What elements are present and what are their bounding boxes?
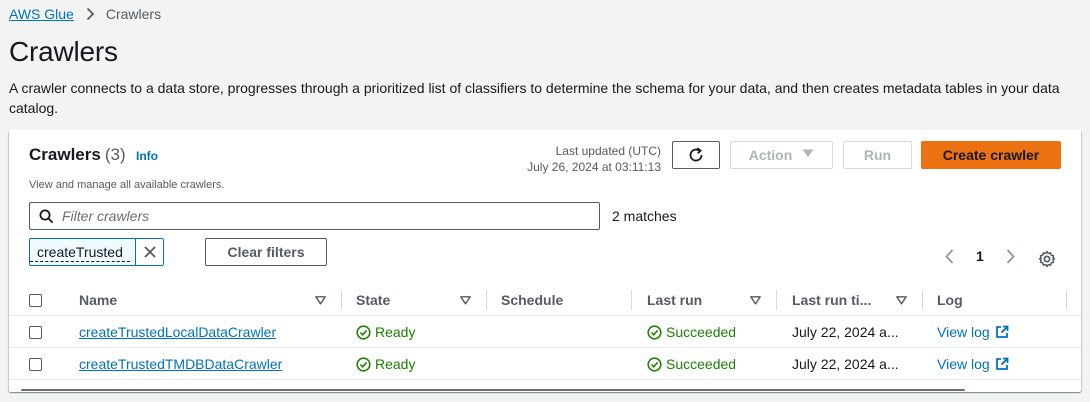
gear-icon[interactable] [1038, 250, 1056, 268]
chevron-right-icon[interactable] [1006, 248, 1015, 264]
column-header-last-run-time[interactable]: Last run ti... [792, 284, 871, 316]
check-circle-icon [356, 324, 371, 340]
caret-down-icon[interactable] [750, 284, 761, 316]
chevron-left-icon[interactable] [945, 248, 954, 264]
column-header-state[interactable]: State [356, 284, 390, 316]
clear-filters-button[interactable]: Clear filters [205, 238, 327, 266]
state-status: Ready [356, 324, 415, 340]
create-crawler-button[interactable]: Create crawler [921, 141, 1061, 169]
filter-token: createTrusted [29, 238, 164, 266]
select-all-checkbox[interactable] [29, 293, 42, 307]
state-text: Ready [375, 324, 416, 340]
state-status: Ready [356, 356, 415, 372]
caret-down-icon[interactable] [896, 284, 907, 316]
refresh-button[interactable] [672, 141, 720, 169]
page-title: Crawlers [9, 36, 118, 67]
check-circle-icon [647, 324, 662, 340]
search-icon [39, 209, 54, 224]
horizontal-scrollbar[interactable] [21, 389, 965, 391]
view-log-label: View log [937, 324, 990, 340]
filter-crawlers-input[interactable] [60, 207, 580, 225]
run-button[interactable]: Run [843, 141, 912, 169]
info-link[interactable]: Info [136, 149, 158, 163]
action-button-label: Action [748, 147, 793, 163]
table-row[interactable]: createTrustedLocalDataCrawler Ready Succ… [9, 316, 1081, 348]
chevron-right-icon [86, 7, 95, 21]
view-log-label: View log [937, 356, 990, 372]
column-header-log[interactable]: Log [937, 284, 963, 316]
panel-subtitle: View and manage all available crawlers. [29, 179, 225, 191]
filter-crawlers-field[interactable] [29, 202, 600, 230]
view-log-link[interactable]: View log [937, 324, 1009, 340]
table-row[interactable]: createTrustedTMDBDataCrawler Ready Succe… [9, 348, 1081, 380]
page-description: A crawler connects to a data store, prog… [9, 80, 1060, 116]
external-link-icon [995, 357, 1009, 371]
external-link-icon [995, 325, 1009, 339]
state-text: Ready [375, 356, 416, 372]
table-header: Name State Schedule Last run Last run ti… [9, 284, 1081, 316]
select-all-cell [29, 284, 42, 316]
last-updated: Last updated (UTC) July 26, 2024 at 03:1… [527, 143, 661, 175]
pagination: 1 [945, 248, 1015, 264]
filter-token-label: createTrusted [30, 243, 130, 262]
check-circle-icon [356, 356, 371, 372]
last-run-time-cell: July 22, 2024 a... [792, 356, 899, 372]
action-button[interactable]: Action [730, 141, 833, 169]
crawlers-table: Name State Schedule Last run Last run ti… [9, 284, 1081, 380]
panel-title-text: Crawlers [29, 145, 101, 164]
breadcrumb: AWS Glue Crawlers [9, 6, 161, 22]
last-run-status: Succeeded [647, 356, 736, 372]
column-header-last-run[interactable]: Last run [647, 284, 702, 316]
last-updated-label: Last updated (UTC) [555, 144, 661, 158]
view-log-link[interactable]: View log [937, 356, 1009, 372]
refresh-icon [687, 146, 705, 164]
current-page[interactable]: 1 [976, 248, 984, 264]
caret-down-icon[interactable] [315, 284, 326, 316]
close-icon[interactable] [135, 239, 163, 265]
row-checkbox[interactable] [29, 325, 42, 339]
last-run-time-cell: July 22, 2024 a... [792, 324, 899, 340]
crawler-name-link[interactable]: createTrustedTMDBDataCrawler [79, 356, 282, 372]
last-run-status: Succeeded [647, 324, 736, 340]
last-updated-value: July 26, 2024 at 03:11:13 [527, 160, 661, 174]
last-run-text: Succeeded [666, 324, 737, 340]
caret-down-icon[interactable] [460, 284, 471, 316]
caret-down-icon [802, 149, 814, 161]
breadcrumb-aws-glue-link[interactable]: AWS Glue [9, 6, 74, 22]
panel-title: Crawlers (3) [29, 145, 126, 165]
last-run-text: Succeeded [666, 356, 737, 372]
crawler-name-link[interactable]: createTrustedLocalDataCrawler [79, 324, 276, 340]
column-header-schedule[interactable]: Schedule [501, 284, 563, 316]
panel-count: (3) [104, 145, 126, 164]
row-checkbox[interactable] [29, 357, 42, 371]
matches-count: 2 matches [612, 208, 677, 224]
breadcrumb-current: Crawlers [105, 6, 162, 22]
check-circle-icon [647, 356, 662, 372]
column-header-name[interactable]: Name [79, 284, 117, 316]
crawlers-panel: Crawlers (3) Info View and manage all ava… [9, 130, 1081, 392]
